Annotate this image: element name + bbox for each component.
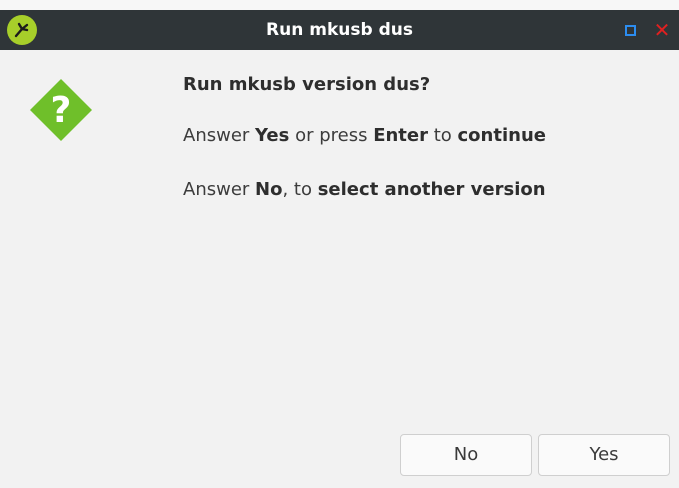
window-title: Run mkusb dus bbox=[266, 20, 413, 40]
question-icon: ? bbox=[28, 77, 94, 143]
dialog-question: Run mkusb version dus? bbox=[183, 74, 431, 95]
text-enter: Enter bbox=[373, 125, 428, 146]
svg-text:?: ? bbox=[51, 90, 72, 131]
text-select-another: select another version bbox=[317, 179, 546, 200]
text-no: No bbox=[255, 179, 283, 200]
text-answer: Answer bbox=[183, 125, 256, 146]
background-strip bbox=[0, 0, 679, 10]
instruction-no: Answer No, to select another version bbox=[183, 179, 546, 200]
text-to: to bbox=[428, 125, 458, 146]
text-or-press: or press bbox=[289, 125, 374, 146]
text-to: , to bbox=[282, 179, 318, 200]
text-answer: Answer bbox=[183, 179, 256, 200]
maximize-icon[interactable] bbox=[625, 25, 636, 36]
yes-button[interactable]: Yes bbox=[538, 434, 670, 476]
text-continue: continue bbox=[457, 125, 546, 146]
dialog-window: Run mkusb dus ✕ ? Run mkusb version dus?… bbox=[0, 10, 679, 488]
close-icon[interactable]: ✕ bbox=[651, 18, 673, 42]
no-button[interactable]: No bbox=[400, 434, 532, 476]
title-bar[interactable]: Run mkusb dus ✕ bbox=[0, 10, 679, 50]
instruction-yes: Answer Yes or press Enter to continue bbox=[183, 125, 546, 146]
text-yes: Yes bbox=[255, 125, 290, 146]
dialog-content: ? Run mkusb version dus? Answer Yes or p… bbox=[7, 50, 677, 488]
